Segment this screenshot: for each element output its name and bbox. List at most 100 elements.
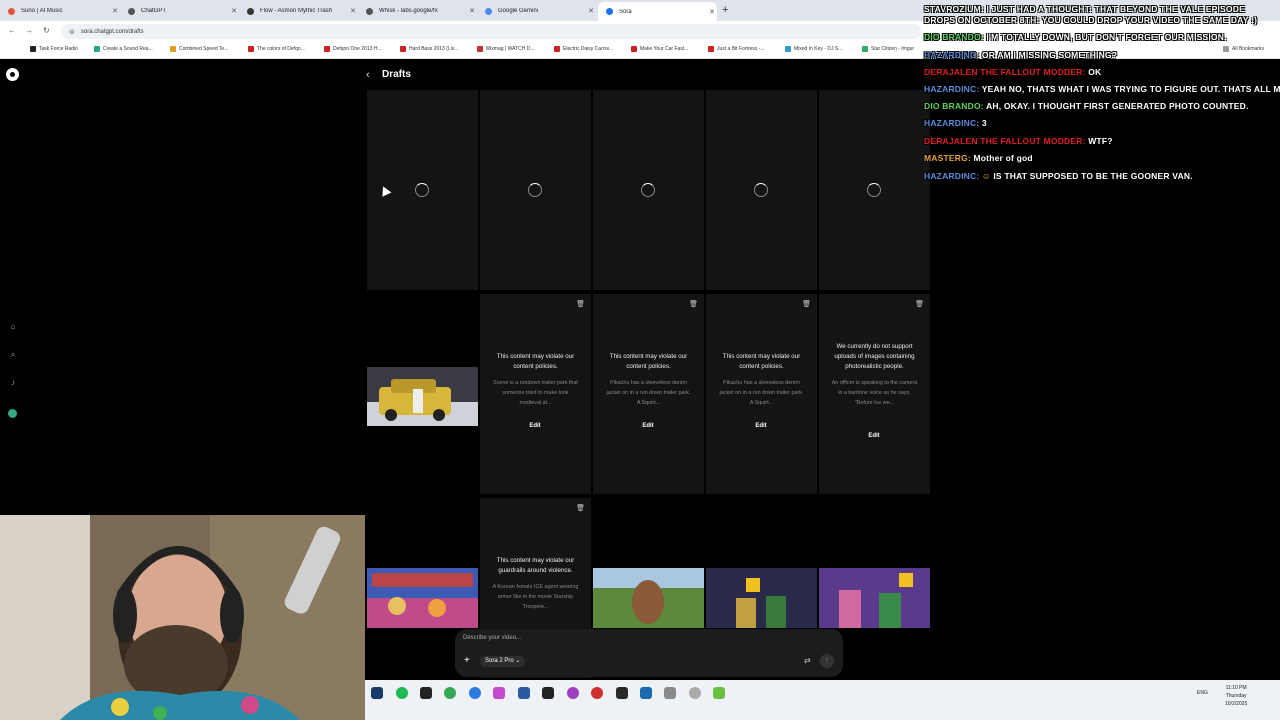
back-arrow-icon[interactable]: ← [8,26,16,35]
bookmark[interactable]: Defqon One 2013 H... [324,46,382,52]
app-icon[interactable] [469,687,481,699]
error-heading: This content may violate our guardrails … [496,557,575,574]
bookmark[interactable]: Star Citizen - Imgur [862,46,914,52]
draft-thumbnail[interactable] [593,568,704,628]
draft-card-error[interactable]: 🗑 This content may violate our content p… [480,294,591,494]
draft-card-loading[interactable] [819,90,930,290]
spotify-icon[interactable] [396,687,408,699]
tab-label: Sora [619,8,632,15]
windows-taskbar: ENG 11:10 PM Thursday 10/2/2025 [365,680,1280,720]
bookmark[interactable]: Just a Bit Fortress -... [708,46,765,52]
search-icon[interactable]: ⌕ [8,350,18,360]
app-icon[interactable] [493,687,505,699]
error-heading: This content may violate our content pol… [722,353,801,370]
home-icon[interactable]: ⌂ [8,322,18,332]
bookmark[interactable]: Electric Daisy Carniv... [554,46,613,52]
tab-whisk[interactable]: Whisk - labs.google/fx ✕ [358,3,477,19]
draft-card-loading[interactable] [706,90,817,290]
draft-card-loading[interactable] [480,90,591,290]
add-attachment-icon[interactable]: + [464,655,470,666]
avatar[interactable] [8,409,17,418]
gemini-favicon-icon [485,7,492,15]
close-tab-icon[interactable]: ✕ [110,7,120,15]
app-icon[interactable] [542,687,554,699]
edit-button[interactable]: Edit [634,420,662,432]
settings-sliders-icon[interactable]: ⇄ [804,656,811,665]
trash-icon[interactable]: 🗑 [689,300,698,308]
close-tab-icon[interactable]: ✕ [229,7,239,15]
send-arrow-icon[interactable]: ↑ [820,654,834,668]
reload-icon[interactable]: ↻ [43,26,50,35]
app-icon[interactable] [640,687,652,699]
draft-thumbnail[interactable] [367,568,478,628]
chat-message: Derajalen The Fallout Modder: wtf? [924,136,1113,146]
loading-spinner-icon [754,183,768,197]
bookmark[interactable]: Mixmag | WATCH D... [477,46,535,52]
new-tab-icon[interactable]: + [722,4,728,16]
bookmark[interactable]: Make Your Car Fast... [631,46,688,52]
bookmark[interactable]: Combined Speed Te... [170,46,228,52]
bookmark[interactable]: Mixed In Key - DJ S... [785,46,842,52]
loading-spinner-icon [528,183,542,197]
tab-chatgpt[interactable]: ChatGPT ✕ [120,3,239,19]
app-icon[interactable] [591,687,603,699]
tab-suno[interactable]: Suno | AI Music ✕ [0,3,120,19]
url-field[interactable]: ⊜ sora.chatgpt.com/drafts [61,24,921,39]
clock[interactable]: 11:10 PM Thursday 10/2/2025 [1225,684,1247,708]
flow-favicon-icon [247,7,254,15]
language-indicator[interactable]: ENG [1197,689,1208,697]
bookmark[interactable]: The colors of Defqo... [248,46,305,52]
bookmark[interactable]: Create a Sound Rea... [94,46,153,52]
app-icon[interactable] [713,687,725,699]
clock-date: 10/2/2025 [1225,701,1248,707]
loading-spinner-icon [641,183,655,197]
trash-icon[interactable]: 🗑 [915,300,924,308]
trash-icon[interactable]: 🗑 [576,504,585,512]
tab-label: Whisk - labs.google/fx [379,8,438,14]
sora-logo-icon[interactable] [6,68,19,81]
trash-icon[interactable]: 🗑 [576,300,585,308]
chat-message: Hazardinc: 3 [924,118,987,128]
draft-thumbnail[interactable] [706,568,817,628]
tab-gemini[interactable]: Google Gemini ✕ [477,3,596,19]
edit-button[interactable]: Edit [747,420,775,432]
prompt-preview: Pikachu has a sleeveless denim jacket on… [606,380,691,406]
chat-message: Stavrozium: I just had a thought: That b… [924,4,1258,25]
close-tab-icon[interactable]: ✕ [586,7,596,15]
app-icon[interactable] [567,687,579,699]
app-icon[interactable] [664,687,676,699]
tab-sora[interactable]: Sora ✕ [598,2,717,21]
app-icon[interactable] [371,687,383,699]
draft-card-error[interactable]: 🗑 We currently do not support uploads of… [819,294,930,494]
app-icon[interactable] [616,687,628,699]
tab-label: ChatGPT [141,8,167,14]
app-icon[interactable] [518,687,530,699]
draft-thumbnail[interactable] [819,568,930,628]
draft-card-error[interactable]: 🗑 This content may violate our content p… [593,294,704,494]
forward-arrow-icon[interactable]: → [25,26,33,35]
prompt-input[interactable]: Describe your video... [463,635,521,641]
draft-thumbnail [367,367,478,426]
app-icon[interactable] [420,687,432,699]
model-selector[interactable]: Sora 2 Pro ⌄ [480,656,526,667]
draft-card-loading[interactable] [593,90,704,290]
edit-button[interactable]: Edit [521,420,549,432]
close-tab-icon[interactable]: ✕ [467,7,477,15]
edit-button[interactable]: Edit [860,430,888,442]
close-tab-icon[interactable]: ✕ [707,8,717,16]
site-info-icon[interactable]: ⊜ [69,28,75,36]
draft-card-error[interactable]: 🗑 This content may violate our content p… [706,294,817,494]
tab-flow[interactable]: Flow - Asmon Mythic Trash ✕ [239,3,358,19]
back-chevron-icon[interactable]: ‹ [366,69,370,81]
all-bookmarks[interactable]: All Bookmarks [1223,46,1264,52]
bookmark[interactable]: Hard Bass 2013 (Liv... [400,46,458,52]
app-icon[interactable] [689,687,701,699]
bookmark[interactable]: Task Force Radio [30,46,78,52]
chrome-icon[interactable] [444,687,456,699]
notifications-icon[interactable]: ♪ [8,378,18,388]
prompt-preview: Pikachu has a sleeveless denim jacket on… [719,380,804,406]
clock-day: Thursday [1225,693,1247,699]
trash-icon[interactable]: 🗑 [802,300,811,308]
draft-card-video[interactable] [367,294,478,494]
close-tab-icon[interactable]: ✕ [348,7,358,15]
